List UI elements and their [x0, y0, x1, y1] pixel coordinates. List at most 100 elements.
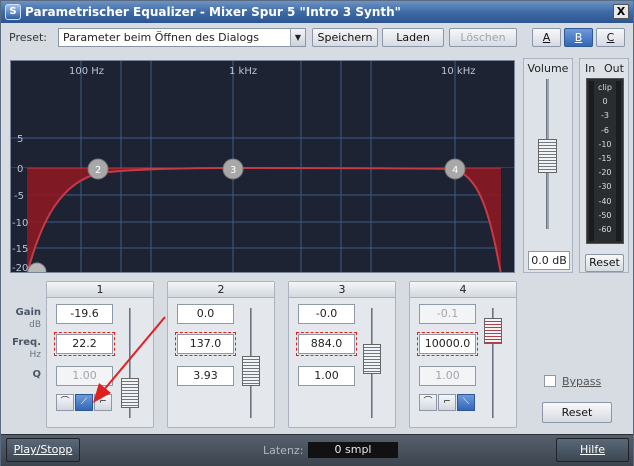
eq-curve-line: [26, 166, 502, 272]
gain-row-label: Gain: [15, 307, 41, 318]
volume-label: Volume: [527, 62, 569, 75]
volume-slider-knob[interactable]: [538, 139, 557, 173]
meter-scale-label: -40: [598, 196, 612, 206]
gain-unit-label: dB: [29, 320, 41, 330]
level-meter-panel: In Out clip 0 -3 -6 -10 -15 -20 -30 -40 -50 -60 Re…: [579, 58, 629, 273]
band-panel-4: 4 -0.1 10000.0 1.00 ⌒ ⌐ ⟍: [409, 281, 517, 428]
db-label-minus15: -15: [12, 244, 28, 255]
bottom-bar: Play/Stopp Latenz: 0 smpl Hilfe: [1, 434, 633, 466]
filter-lowpass-icon[interactable]: ⟍: [457, 394, 475, 411]
band-header: 3: [289, 282, 395, 298]
freq-label-100hz: 100 Hz: [69, 66, 104, 77]
bypass-checkbox[interactable]: [544, 375, 556, 387]
svg-text:4: 4: [452, 165, 458, 176]
db-label-0: 0: [17, 164, 23, 175]
db-label-minus10: -10: [12, 218, 28, 229]
meter-out-label: Out: [604, 62, 624, 75]
band-header: 4: [410, 282, 516, 298]
bypass-label[interactable]: Bypass: [562, 375, 601, 388]
band-q-field[interactable]: 1.00: [419, 366, 476, 386]
meter-scale-label: -15: [598, 154, 612, 163]
band-handle-1[interactable]: [27, 262, 47, 273]
band-gain-field[interactable]: 0.0: [177, 304, 234, 324]
freq-row-label: Freq.: [12, 337, 41, 348]
preset-value: Parameter beim Öffnen des Dialogs: [63, 31, 259, 44]
preset-dropdown[interactable]: Parameter beim Öffnen des Dialogs ▼: [58, 28, 306, 47]
level-meter: clip 0 -3 -6 -10 -15 -20 -30 -40 -50 -60: [586, 78, 624, 244]
close-button[interactable]: X: [613, 4, 629, 19]
meter-bar-left: [589, 81, 594, 241]
band-gain-slider[interactable]: [242, 308, 260, 418]
band-panel-3: 3 -0.0 884.0 1.00: [288, 281, 396, 428]
meter-bar-right: [616, 81, 621, 241]
eq-curve-svg: 100 Hz 1 kHz 10 kHz 5 0 -5 -10 -15 -20 2…: [11, 61, 514, 273]
q-row-label: Q: [32, 369, 41, 380]
graph-right-margin: [501, 168, 514, 272]
meter-in-label: In: [585, 62, 596, 75]
band-gain-slider[interactable]: [363, 308, 381, 418]
title-bar: S Parametrischer Equalizer - Mixer Spur …: [1, 1, 633, 23]
db-label-5: 5: [17, 134, 23, 145]
db-label-minus5: -5: [14, 191, 24, 202]
freq-label-1khz: 1 kHz: [229, 66, 257, 77]
preset-c-button[interactable]: C: [596, 28, 625, 47]
band-handle-4[interactable]: 4: [444, 158, 466, 180]
save-preset-button[interactable]: Speichern: [312, 28, 378, 47]
db-label-minus20: -20: [12, 263, 28, 273]
meter-scale-label: -30: [598, 182, 612, 192]
band-slider-knob[interactable]: [242, 356, 260, 386]
meter-scale-label: -3: [601, 111, 609, 121]
band-header: 2: [168, 282, 274, 298]
filter-highshelf-icon[interactable]: ⌐: [438, 394, 456, 411]
delete-preset-button[interactable]: Löschen: [449, 28, 517, 47]
meter-reset-button[interactable]: Reset: [585, 254, 624, 272]
band-handle-3[interactable]: 3: [222, 158, 244, 180]
preset-bar: Preset: Parameter beim Öffnen des Dialog…: [1, 25, 633, 49]
band-panel-2: 2 0.0 137.0 3.93: [167, 281, 275, 428]
app-logo-icon: S: [5, 4, 21, 20]
reset-button[interactable]: Reset: [542, 402, 612, 423]
meter-scale-label: -50: [598, 210, 612, 220]
filter-bell-icon[interactable]: ⌒: [56, 394, 74, 411]
preset-a-button[interactable]: A: [532, 28, 561, 47]
latency-value: 0 smpl: [308, 442, 398, 458]
meter-scale-label: 0: [602, 97, 608, 107]
filter-bell-icon[interactable]: ⌒: [419, 394, 437, 411]
load-preset-button[interactable]: Laden: [382, 28, 444, 47]
window-title: Parametrischer Equalizer - Mixer Spur 5 …: [25, 5, 401, 19]
preset-label: Preset:: [9, 31, 48, 44]
eq-curve-graph[interactable]: 100 Hz 1 kHz 10 kHz 5 0 -5 -10 -15 -20 2…: [10, 60, 515, 273]
band-gain-field[interactable]: -0.0: [298, 304, 355, 324]
meter-scale-label: -10: [598, 139, 612, 149]
volume-value-field[interactable]: 0.0 dB: [528, 251, 570, 270]
annotation-arrow: [93, 316, 166, 403]
svg-text:3: 3: [230, 165, 236, 176]
band-gain-slider[interactable]: [484, 308, 502, 418]
freq-label-10khz: 10 kHz: [441, 66, 475, 77]
band-slider-knob[interactable]: [363, 344, 381, 374]
band-freq-field[interactable]: 884.0: [296, 332, 357, 356]
meter-scale-label: -20: [598, 168, 612, 178]
svg-text:2: 2: [95, 165, 101, 176]
chevron-down-icon[interactable]: ▼: [290, 29, 305, 46]
preset-b-button[interactable]: B: [564, 28, 593, 47]
band-freq-field[interactable]: 137.0: [175, 332, 236, 356]
band-handle-2[interactable]: 2: [87, 158, 109, 180]
band-q-field[interactable]: 1.00: [298, 366, 355, 386]
band-gain-field[interactable]: -0.1: [419, 304, 476, 324]
eq-fill-area: [27, 168, 501, 272]
volume-panel: Volume 0.0 dB: [523, 58, 573, 273]
equalizer-window: S Parametrischer Equalizer - Mixer Spur …: [0, 0, 634, 466]
band-freq-field[interactable]: 10000.0: [417, 332, 478, 356]
play-stop-button[interactable]: Play/Stopp: [6, 438, 80, 462]
band-q-field[interactable]: 3.93: [177, 366, 234, 386]
meter-scale-label: clip: [598, 83, 612, 92]
meter-scale-label: -60: [598, 225, 612, 234]
annotation-arrow-shaft: [102, 316, 166, 392]
help-button[interactable]: Hilfe: [556, 438, 629, 462]
band-header: 1: [47, 282, 153, 298]
latency-label: Latenz:: [263, 444, 304, 457]
band-slider-knob[interactable]: [484, 318, 502, 344]
meter-scale-label: -6: [601, 125, 609, 135]
freq-unit-label: Hz: [29, 350, 42, 360]
